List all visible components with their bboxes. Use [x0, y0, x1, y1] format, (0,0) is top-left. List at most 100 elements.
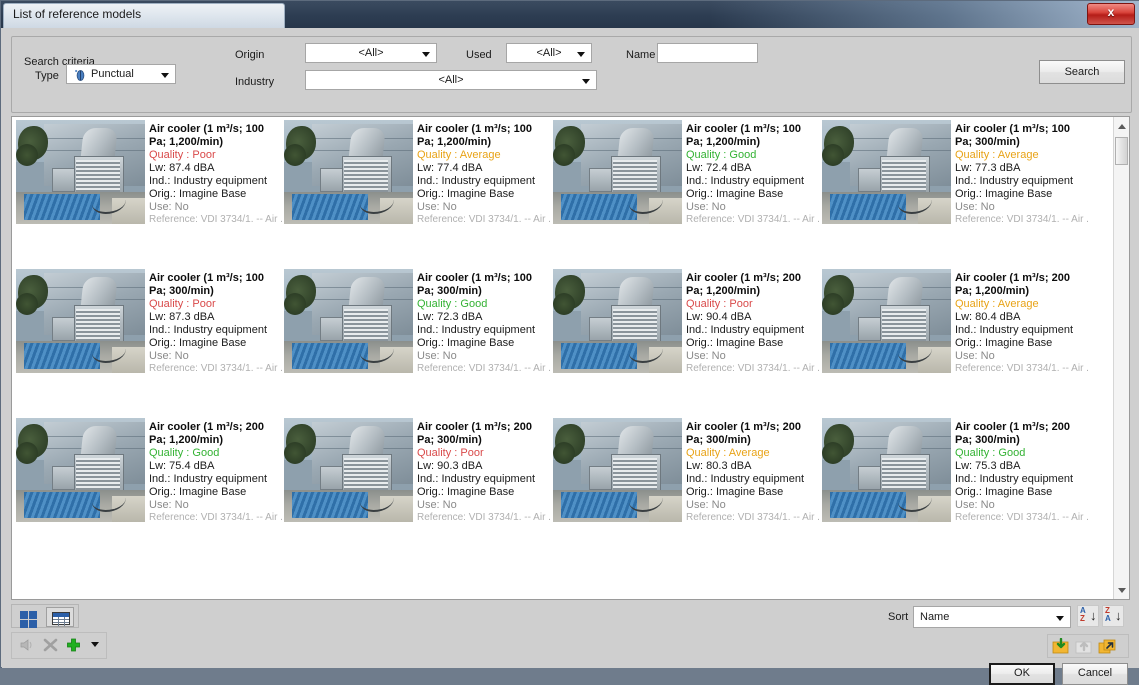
model-title: Air cooler (1 m³/s; 200 Pa; 1,200/min) [149, 421, 264, 446]
grid-view-button[interactable] [46, 607, 74, 627]
model-thumbnail [822, 418, 951, 522]
results-scrollbar[interactable] [1113, 117, 1129, 599]
model-thumbnail [284, 418, 413, 522]
import-export-toolbar [1047, 634, 1129, 658]
model-use: Use: No [686, 201, 726, 213]
type-label: Type [35, 70, 59, 82]
model-card[interactable]: Air cooler (1 m³/s; 200 Pa; 1,200/min) Qu… [16, 418, 284, 524]
tile-view-button[interactable] [14, 607, 42, 628]
name-label: Name [626, 49, 656, 61]
cancel-button[interactable]: Cancel [1062, 663, 1128, 685]
model-title: Air cooler (1 m³/s; 200 Pa; 300/min) [686, 421, 801, 446]
type-value: Punctual [91, 68, 134, 80]
model-card[interactable]: Air cooler (1 m³/s; 100 Pa; 1,200/min) Qu… [284, 120, 552, 226]
model-use: Use: No [417, 499, 457, 511]
sort-value: Name [920, 611, 950, 623]
model-use: Use: No [686, 499, 726, 511]
model-info: Air cooler (1 m³/s; 200 Pa; 300/min) Qual… [417, 421, 551, 524]
chevron-down-icon [161, 73, 169, 78]
model-origin: Orig.: Imagine Base [149, 486, 247, 498]
model-title: Air cooler (1 m³/s; 200 Pa; 1,200/min) [955, 272, 1070, 297]
close-button[interactable]: x [1087, 3, 1135, 25]
model-lw: Lw: 75.4 dBA [149, 460, 215, 472]
model-lw: Lw: 75.3 dBA [955, 460, 1021, 472]
model-card[interactable]: Air cooler (1 m³/s; 100 Pa; 300/min) Qual… [822, 120, 1090, 226]
scroll-up-button[interactable] [1114, 117, 1129, 134]
title-bar-glow [710, 1, 1139, 28]
model-lw: Lw: 77.4 dBA [417, 162, 483, 174]
model-reference: Reference: VDI 3734/1. -- Air ... [149, 363, 283, 374]
model-thumbnail [16, 120, 145, 224]
origin-dropdown[interactable]: <All> [305, 43, 437, 63]
model-card[interactable]: Air cooler (1 m³/s; 200 Pa; 300/min) Qual… [553, 418, 821, 524]
import-button[interactable] [1052, 637, 1070, 655]
scroll-down-button[interactable] [1114, 582, 1129, 599]
model-lw: Lw: 87.4 dBA [149, 162, 215, 174]
sort-label: Sort [888, 611, 909, 623]
origin-label: Origin [235, 49, 265, 61]
model-reference: Reference: VDI 3734/1. -- Air ... [417, 363, 551, 374]
model-quality: Quality : Average [955, 149, 1039, 161]
model-card[interactable]: Air cooler (1 m³/s; 200 Pa; 300/min) Qual… [822, 418, 1090, 524]
chevron-down-icon [577, 52, 585, 57]
cancel-button-label: Cancel [1077, 667, 1113, 679]
add-options-dropdown[interactable] [91, 642, 99, 647]
model-info: Air cooler (1 m³/s; 200 Pa; 1,200/min) Qu… [686, 272, 820, 375]
model-info: Air cooler (1 m³/s; 200 Pa; 300/min) Qual… [686, 421, 820, 524]
model-info: Air cooler (1 m³/s; 100 Pa; 300/min) Qual… [955, 123, 1089, 226]
model-lw: Lw: 87.3 dBA [149, 311, 215, 323]
duplicate-button[interactable] [1098, 638, 1116, 655]
chevron-down-icon [91, 642, 99, 647]
sort-ascending-button[interactable]: AZ ↓ [1077, 605, 1099, 627]
name-input[interactable] [657, 43, 758, 63]
industry-dropdown[interactable]: <All> [305, 70, 597, 90]
ok-button[interactable]: OK [989, 663, 1055, 685]
sort-dropdown[interactable]: Name [913, 606, 1071, 628]
model-card[interactable]: Air cooler (1 m³/s; 100 Pa; 300/min) Qual… [16, 269, 284, 375]
type-dropdown[interactable]: Punctual [66, 64, 176, 84]
model-lw: Lw: 90.3 dBA [417, 460, 483, 472]
model-info: Air cooler (1 m³/s; 100 Pa; 1,200/min) Qu… [149, 123, 283, 226]
model-title: Air cooler (1 m³/s; 100 Pa; 1,200/min) [417, 123, 532, 148]
model-title: Air cooler (1 m³/s; 100 Pa; 1,200/min) [686, 123, 801, 148]
results-panel: Air cooler (1 m³/s; 100 Pa; 1,200/min) Qu… [11, 116, 1130, 600]
model-origin: Orig.: Imagine Base [149, 188, 247, 200]
model-lw: Lw: 90.4 dBA [686, 311, 752, 323]
delete-button[interactable] [43, 638, 58, 655]
model-quality: Quality : Good [955, 447, 1026, 459]
origin-value: <All> [358, 47, 384, 59]
industry-label: Industry [235, 76, 275, 88]
model-quality: Quality : Good [417, 298, 488, 310]
model-card[interactable]: Air cooler (1 m³/s; 200 Pa; 1,200/min) Qu… [553, 269, 821, 375]
used-dropdown[interactable]: <All> [506, 43, 592, 63]
model-card[interactable]: Air cooler (1 m³/s; 100 Pa; 300/min) Qual… [284, 269, 552, 375]
export-button[interactable] [1075, 638, 1093, 655]
add-button[interactable] [66, 638, 81, 655]
card-grid: Air cooler (1 m³/s; 100 Pa; 1,200/min) Qu… [12, 117, 1114, 599]
model-industry: Ind.: Industry equipment [417, 473, 536, 485]
sort-descending-button[interactable]: ZA ↓ [1102, 605, 1124, 627]
model-use: Use: No [149, 499, 189, 511]
model-lw: Lw: 72.4 dBA [686, 162, 752, 174]
model-use: Use: No [149, 201, 189, 213]
model-industry: Ind.: Industry equipment [149, 473, 268, 485]
chevron-down-icon [422, 52, 430, 57]
export-arrow-icon [1075, 641, 1092, 654]
model-info: Air cooler (1 m³/s; 100 Pa; 300/min) Qual… [149, 272, 283, 375]
model-quality: Quality : Average [686, 447, 770, 459]
model-industry: Ind.: Industry equipment [955, 175, 1074, 187]
arrow-down-icon: ↓ [1115, 608, 1122, 623]
model-card[interactable]: Air cooler (1 m³/s; 200 Pa; 1,200/min) Qu… [822, 269, 1090, 375]
triangle-up-icon [1118, 124, 1126, 129]
scrollbar-thumb[interactable] [1115, 137, 1128, 165]
model-thumbnail [553, 120, 682, 224]
search-button[interactable]: Search [1039, 60, 1125, 84]
model-card[interactable]: Air cooler (1 m³/s; 200 Pa; 300/min) Qual… [284, 418, 552, 524]
model-card[interactable]: Air cooler (1 m³/s; 100 Pa; 1,200/min) Qu… [16, 120, 284, 226]
model-industry: Ind.: Industry equipment [417, 175, 536, 187]
model-card[interactable]: Air cooler (1 m³/s; 100 Pa; 1,200/min) Qu… [553, 120, 821, 226]
model-origin: Orig.: Imagine Base [417, 337, 515, 349]
model-origin: Orig.: Imagine Base [417, 188, 515, 200]
model-reference: Reference: VDI 3734/1. -- Air ... [417, 512, 551, 523]
play-sound-button[interactable] [20, 638, 35, 655]
